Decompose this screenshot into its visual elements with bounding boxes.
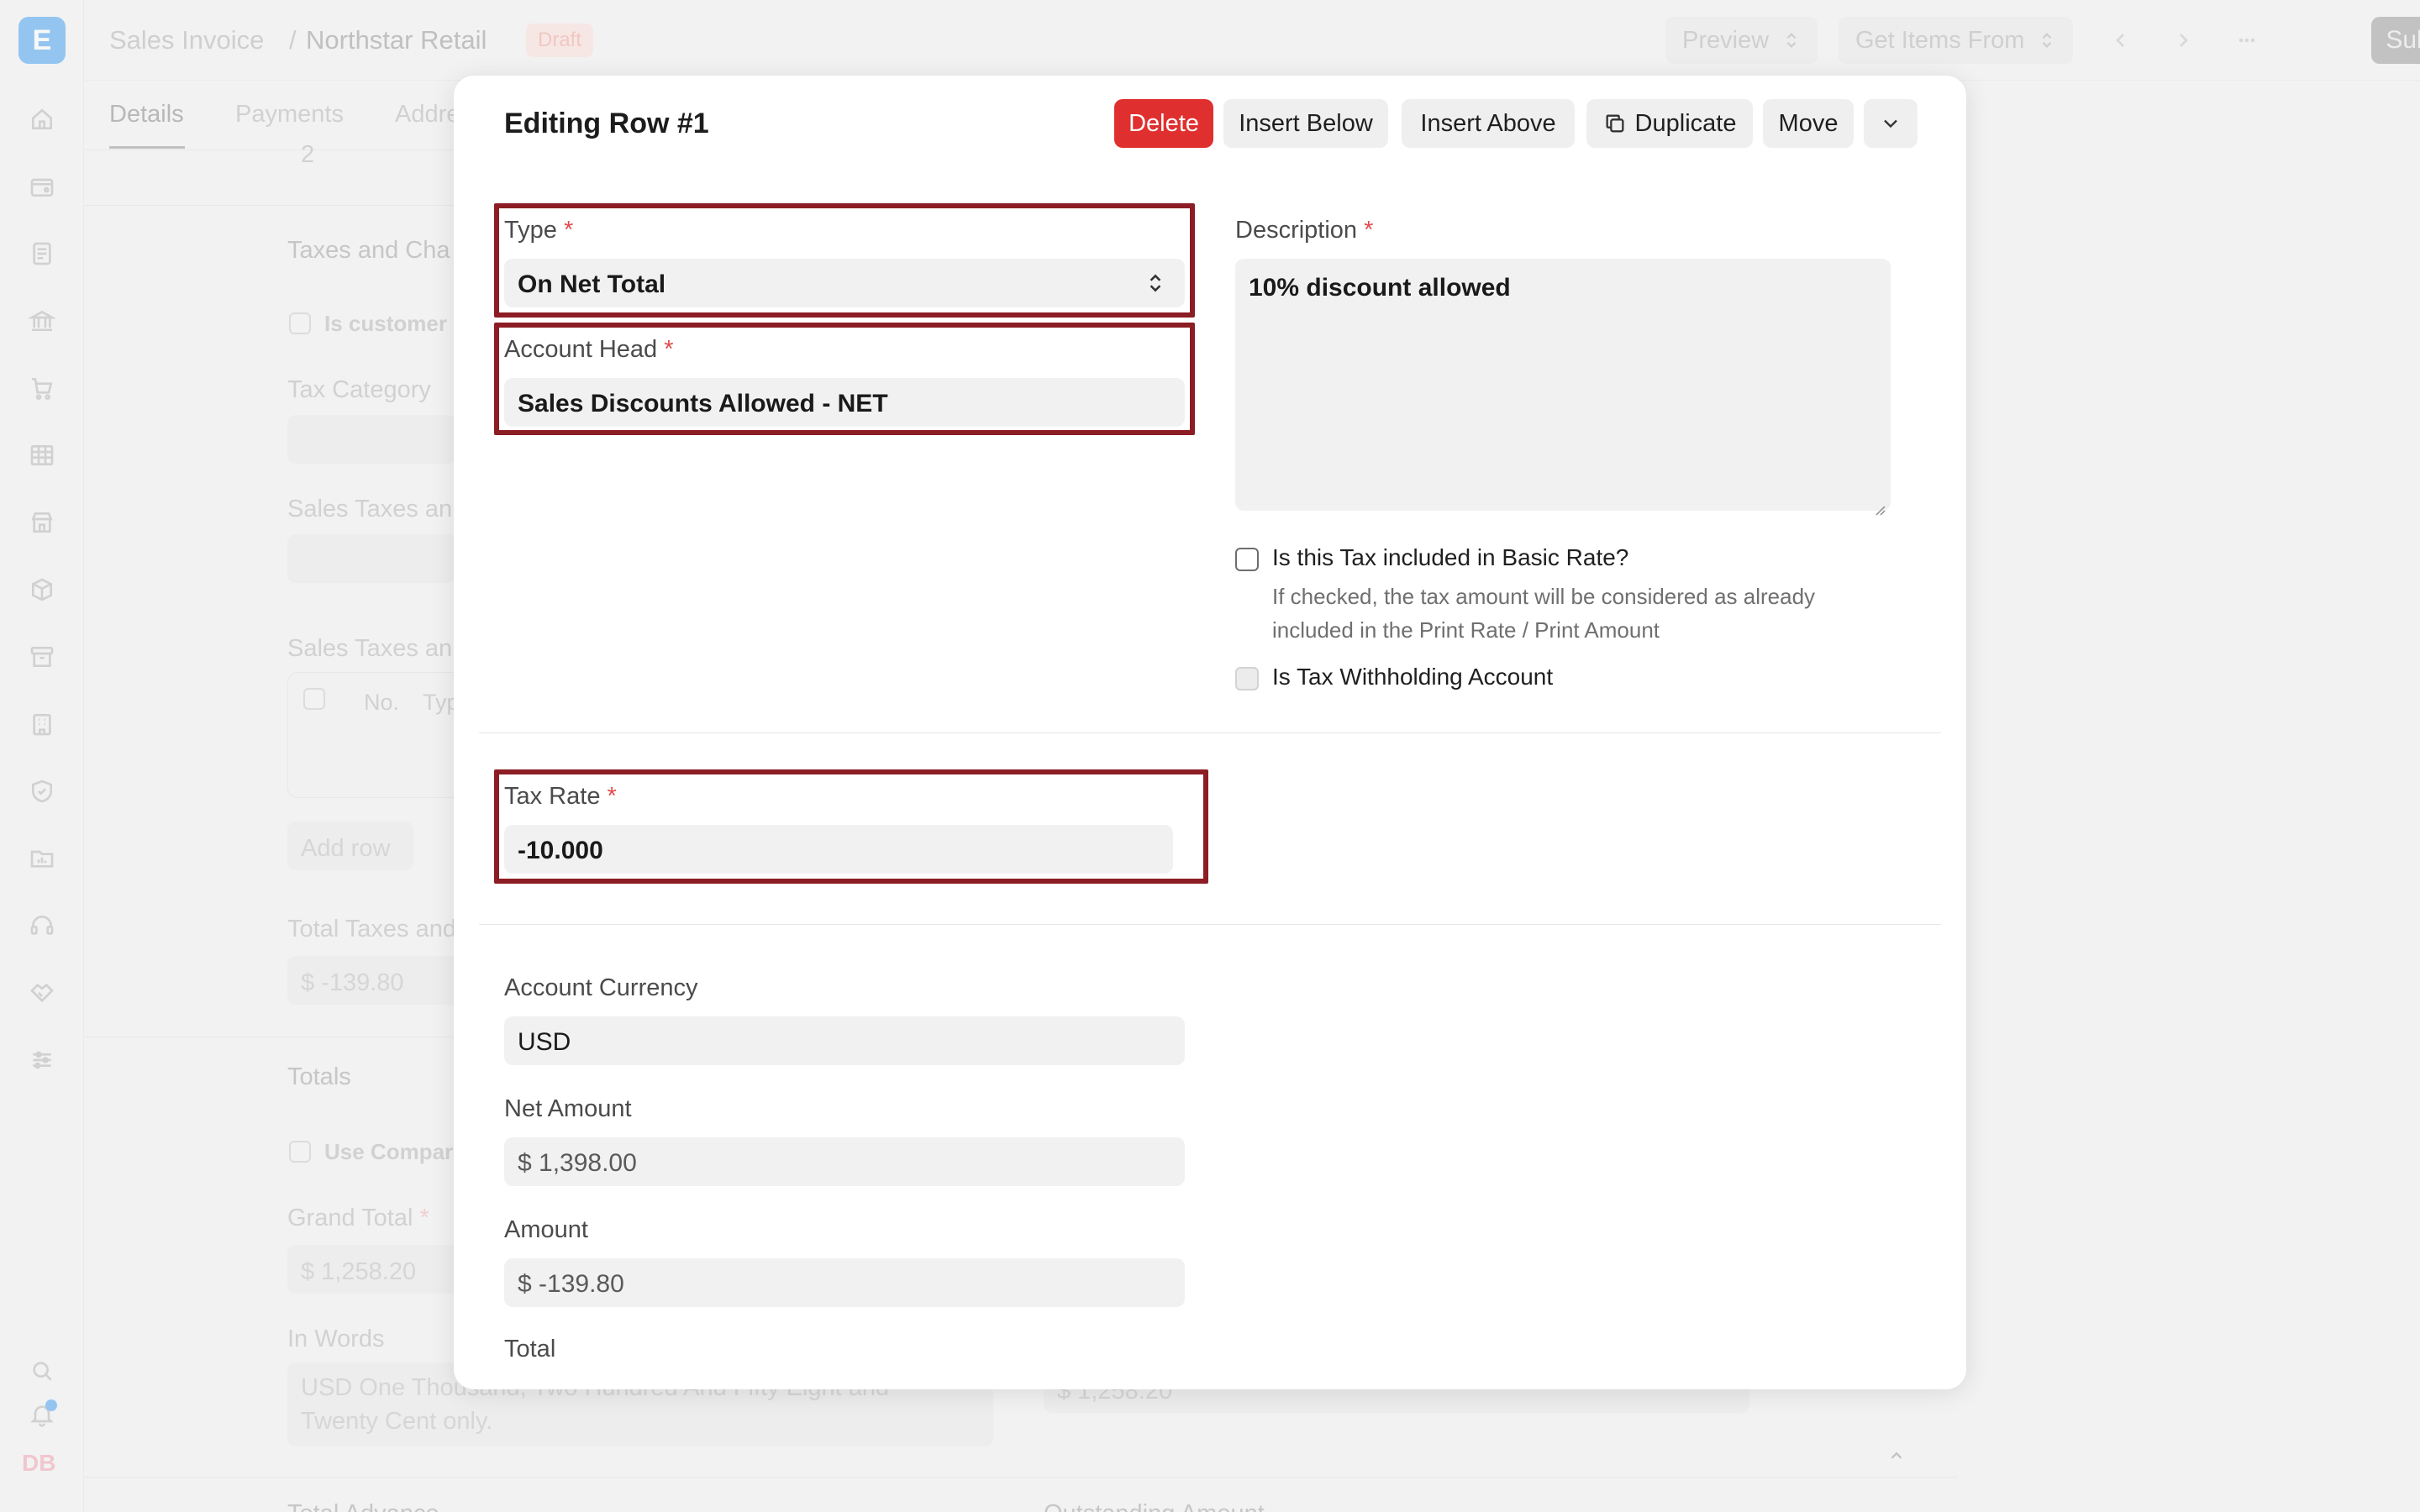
description-textarea[interactable]: 10% discount allowed [1235, 259, 1891, 516]
copy-icon [1606, 114, 1624, 133]
help-line-1: If checked, the tax amount will be consi… [1272, 584, 1816, 609]
chevron-down-icon [1884, 119, 1897, 129]
help-line-2: included in the Print Rate / Print Amoun… [1272, 617, 1660, 643]
tax-rate-input[interactable]: -10.000 [504, 825, 1173, 874]
type-select[interactable]: On Net Total [504, 259, 1185, 307]
type-value: On Net Total [518, 270, 666, 298]
type-label: Type * [504, 217, 574, 244]
collapse-dialog-button[interactable] [1864, 99, 1918, 148]
tax-withholding-label: Is Tax Withholding Account [1272, 664, 1554, 690]
account-head-label: Account Head * [504, 336, 674, 363]
tax-withholding-checkbox[interactable] [1235, 667, 1259, 690]
edit-row-dialog: Editing Row #1 Delete Insert Below Inser… [454, 76, 1966, 1389]
description-value: 10% discount allowed [1249, 274, 1511, 302]
delete-button[interactable]: Delete [1114, 99, 1213, 148]
duplicate-button[interactable]: Duplicate [1586, 99, 1753, 148]
amount-label: Amount [504, 1216, 588, 1243]
insert-above-button[interactable]: Insert Above [1402, 99, 1575, 148]
net-amount-field: $ 1,398.00 [504, 1137, 1185, 1186]
included-in-basic-rate-help: If checked, the tax amount will be consi… [1272, 580, 1911, 647]
account-currency-label: Account Currency [504, 974, 698, 1001]
account-currency-value: USD [518, 1028, 571, 1056]
account-head-value: Sales Discounts Allowed - NET [518, 390, 888, 417]
total-label: Total [504, 1336, 556, 1362]
included-in-basic-rate-checkbox[interactable] [1235, 548, 1259, 571]
amount-value: $ -139.80 [518, 1270, 624, 1298]
description-label: Description * [1235, 217, 1374, 244]
net-amount-value: $ 1,398.00 [518, 1149, 637, 1177]
net-amount-label: Net Amount [504, 1095, 632, 1122]
chevron-updown-icon [1150, 274, 1161, 292]
amount-field: $ -139.80 [504, 1258, 1185, 1307]
account-currency-field: USD [504, 1016, 1185, 1065]
resize-handle-icon[interactable] [1874, 494, 1886, 516]
tax-rate-label: Tax Rate * [504, 783, 617, 810]
tax-rate-value: -10.000 [518, 837, 603, 864]
section-divider [479, 924, 1941, 925]
insert-below-button[interactable]: Insert Below [1223, 99, 1388, 148]
included-in-basic-rate-label: Is this Tax included in Basic Rate? [1272, 544, 1629, 570]
account-head-input[interactable]: Sales Discounts Allowed - NET [504, 378, 1185, 427]
move-button[interactable]: Move [1763, 99, 1854, 148]
duplicate-label: Duplicate [1634, 109, 1737, 137]
section-divider [479, 732, 1941, 733]
dialog-title: Editing Row #1 [504, 108, 709, 139]
